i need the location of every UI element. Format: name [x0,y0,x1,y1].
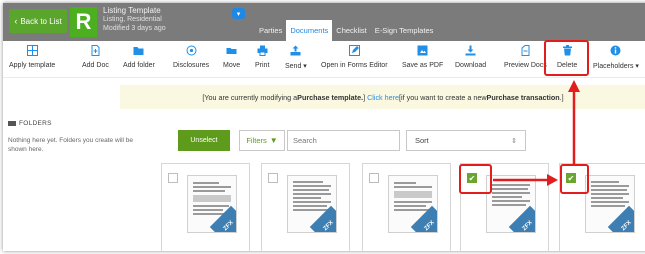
app-window: ‹ Back to List R Listing Template Listin… [3,3,645,251]
annotation-arrows [493,80,580,186]
up-arrowhead [568,80,580,92]
right-arrowhead [547,174,558,186]
